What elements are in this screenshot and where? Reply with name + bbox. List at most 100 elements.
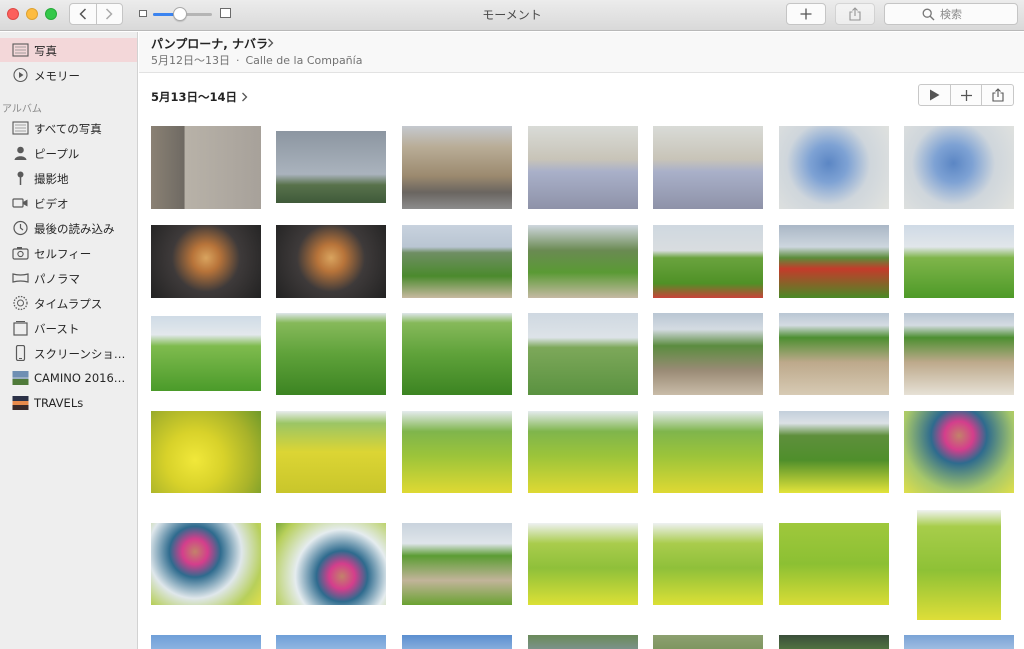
photo-thumbnail[interactable] <box>653 126 763 209</box>
sidebar-item-memories[interactable]: メモリー <box>0 63 137 87</box>
photo-thumbnail[interactable] <box>904 225 1014 298</box>
photo-thumbnail[interactable] <box>904 313 1014 395</box>
sidebar-item-label: バースト <box>34 322 80 336</box>
photo-thumbnail[interactable] <box>276 313 386 395</box>
sidebar-item-selfies[interactable]: セルフィー <box>0 241 137 265</box>
photo-thumbnail[interactable] <box>528 635 638 649</box>
sidebar-item-last-import[interactable]: 最後の読み込み <box>0 216 137 240</box>
share-button[interactable] <box>835 3 875 25</box>
sidebar-item-label: 最後の読み込み <box>34 222 115 236</box>
photo-thumbnail[interactable] <box>402 313 512 395</box>
sidebar-item-label: ピープル <box>34 147 80 161</box>
album-thumbnail-icon <box>12 370 29 386</box>
plus-icon <box>960 89 972 101</box>
album-section-header: アルバム <box>2 104 42 115</box>
photo-thumbnail[interactable] <box>276 411 386 493</box>
photo-thumbnail[interactable] <box>779 523 889 605</box>
slideshow-button[interactable] <box>919 85 950 105</box>
photo-thumbnail[interactable] <box>528 411 638 493</box>
photo-thumbnail[interactable] <box>779 126 889 209</box>
places-icon <box>12 170 29 186</box>
sidebar-item-label: すべての写真 <box>34 122 102 136</box>
people-icon <box>12 145 29 161</box>
album-thumbnail-icon <box>12 395 29 411</box>
photo-thumbnail[interactable] <box>653 635 763 649</box>
section-share-button[interactable] <box>981 85 1013 105</box>
photo-thumbnail[interactable] <box>917 510 1001 620</box>
sidebar-item-album-camino[interactable]: CAMINO 2016… <box>0 366 137 390</box>
share-icon <box>849 7 861 21</box>
photo-thumbnail[interactable] <box>151 635 261 649</box>
plus-icon <box>800 8 812 20</box>
photo-thumbnail[interactable] <box>151 225 261 298</box>
share-icon <box>992 88 1004 102</box>
sidebar-item-album-travels[interactable]: TRAVELs <box>0 391 137 415</box>
section-date-title[interactable]: 5月13日〜14日 <box>151 89 237 105</box>
photo-thumbnail[interactable] <box>276 131 386 203</box>
timelapse-icon <box>12 295 29 311</box>
photo-thumbnail[interactable] <box>276 523 386 605</box>
chevron-right-icon[interactable] <box>267 38 274 48</box>
moment-dates: 5月12日〜13日 <box>151 54 230 67</box>
all-photos-icon <box>12 120 29 136</box>
photo-thumbnail[interactable] <box>779 225 889 298</box>
photo-thumbnail[interactable] <box>653 411 763 493</box>
sidebar-item-label: TRAVELs <box>34 396 84 410</box>
selfies-icon <box>12 245 29 261</box>
photo-thumbnail[interactable] <box>402 411 512 493</box>
screenshots-icon <box>12 345 29 361</box>
photo-thumbnail[interactable] <box>276 635 386 649</box>
sidebar-item-label: CAMINO 2016… <box>34 371 126 385</box>
add-to-album-button[interactable] <box>949 85 982 105</box>
photo-thumbnail[interactable] <box>402 635 512 649</box>
sidebar-item-bursts[interactable]: バースト <box>0 316 137 340</box>
photo-thumbnail[interactable] <box>151 523 261 605</box>
last-import-icon <box>12 220 29 236</box>
photo-thumbnail[interactable] <box>151 316 261 391</box>
moment-subtitle: 5月12日〜13日 · Calle de la Compañía <box>151 52 362 68</box>
separator: · <box>236 54 240 67</box>
photo-thumbnail[interactable] <box>528 523 638 605</box>
moment-location-title[interactable]: パンプローナ, ナバラ <box>151 35 268 52</box>
photo-thumbnail[interactable] <box>779 635 889 649</box>
photo-thumbnail[interactable] <box>904 635 1014 649</box>
photo-thumbnail[interactable] <box>904 126 1014 209</box>
photos-icon <box>12 42 29 58</box>
sidebar-item-label: ビデオ <box>34 197 69 211</box>
sidebar-item-videos[interactable]: ビデオ <box>0 191 137 215</box>
photo-thumbnail[interactable] <box>779 313 889 395</box>
photo-thumbnail[interactable] <box>653 225 763 298</box>
add-button[interactable] <box>786 3 826 25</box>
photo-thumbnail[interactable] <box>151 411 261 493</box>
sidebar-item-places[interactable]: 撮影地 <box>0 166 137 190</box>
chevron-right-icon[interactable] <box>241 92 248 102</box>
sidebar-item-panoramas[interactable]: パノラマ <box>0 266 137 290</box>
sidebar-item-screenshots[interactable]: スクリーンショ… <box>0 341 137 365</box>
moments-view: パンプローナ, ナバラ 5月12日〜13日 · Calle de la Compañ… <box>139 32 1024 649</box>
sidebar-item-label: スクリーンショ… <box>34 347 126 361</box>
moment-header: パンプローナ, ナバラ 5月12日〜13日 · Calle de la Compañ… <box>139 32 1024 73</box>
photo-thumbnail[interactable] <box>151 126 261 209</box>
search-placeholder: 検索 <box>940 8 962 21</box>
photo-thumbnail[interactable] <box>653 313 763 395</box>
photo-thumbnail[interactable] <box>402 225 512 298</box>
photo-thumbnail[interactable] <box>402 523 512 605</box>
photo-thumbnail[interactable] <box>653 523 763 605</box>
sidebar-item-people[interactable]: ピープル <box>0 141 137 165</box>
sidebar-item-label: メモリー <box>34 69 80 83</box>
sidebar-item-label: 撮影地 <box>34 172 69 186</box>
window-toolbar: モーメント 検索 <box>0 0 1024 31</box>
photo-thumbnail[interactable] <box>779 411 889 493</box>
photo-thumbnail[interactable] <box>528 313 638 395</box>
photo-thumbnail[interactable] <box>528 225 638 298</box>
sidebar-item-photos[interactable]: 写真 <box>0 38 137 62</box>
photo-thumbnail[interactable] <box>276 225 386 298</box>
photo-thumbnail[interactable] <box>904 411 1014 493</box>
search-field[interactable]: 検索 <box>884 3 1018 25</box>
photo-thumbnail[interactable] <box>402 126 512 209</box>
photo-thumbnail[interactable] <box>528 126 638 209</box>
sidebar-item-all-photos[interactable]: すべての写真 <box>0 116 137 140</box>
sidebar-item-timelapse[interactable]: タイムラプス <box>0 291 137 315</box>
moment-place: Calle de la Compañía <box>245 54 363 67</box>
section-actions <box>918 84 1014 106</box>
